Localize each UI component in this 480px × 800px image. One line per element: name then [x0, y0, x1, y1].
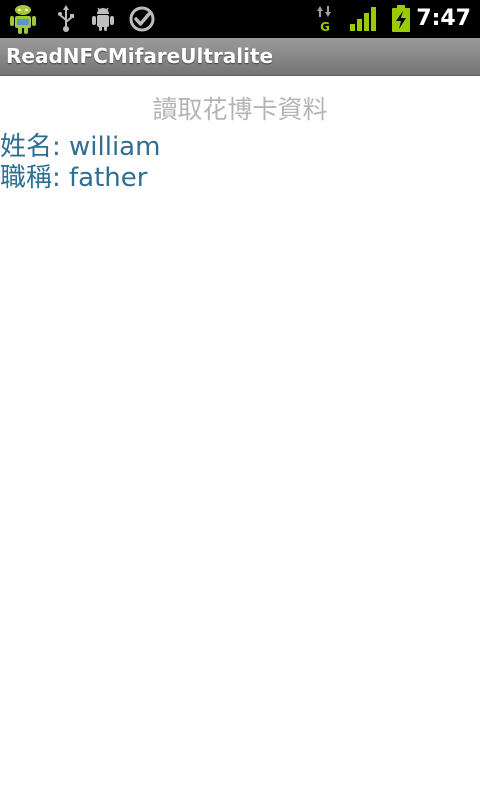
gprs-data-icon: G	[314, 2, 336, 36]
job-title-text: 職稱: father	[0, 163, 148, 193]
name-text: 姓名: william	[0, 132, 161, 162]
status-bar: G 7:47	[0, 0, 480, 38]
signal-strength-icon	[348, 2, 378, 36]
svg-text:G: G	[320, 20, 330, 34]
page-heading: 讀取花博卡資料	[152, 95, 328, 124]
android-notification-icon[interactable]	[6, 2, 40, 36]
task-check-icon[interactable]	[128, 2, 156, 36]
battery-charging-icon	[389, 2, 413, 36]
usb-icon[interactable]	[54, 2, 78, 36]
app-title: ReadNFCMifareUltralite	[6, 44, 274, 68]
debug-icon[interactable]	[90, 2, 116, 36]
app-title-bar: ReadNFCMifareUltralite	[0, 38, 480, 76]
status-clock: 7:47	[416, 6, 471, 31]
main-content: 讀取花博卡資料 姓名: william 職稱: father	[0, 76, 480, 800]
